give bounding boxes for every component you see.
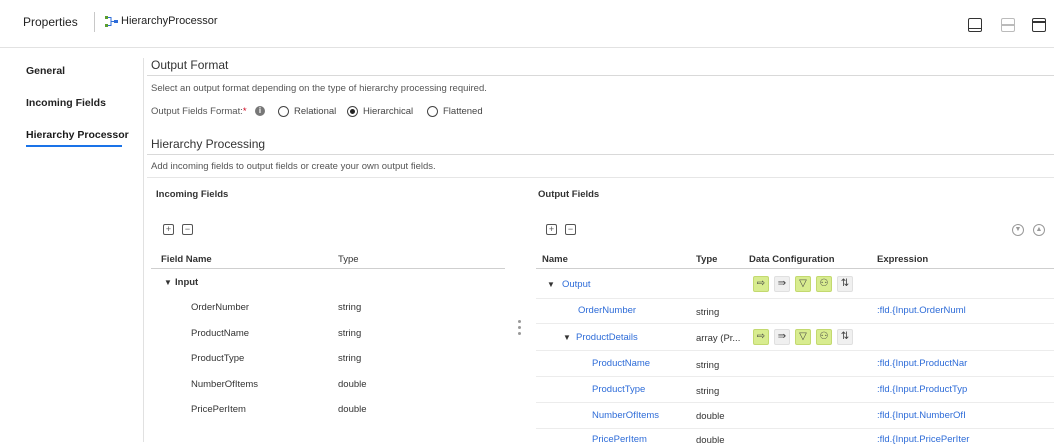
nav-divider [143, 58, 144, 442]
output-row-name[interactable]: OrderNumber [578, 305, 636, 316]
nav-item-general[interactable]: General [26, 65, 65, 77]
row-divider [536, 376, 1054, 377]
radio-hierarchical[interactable] [347, 106, 358, 117]
hierarchy-icon[interactable]: ⚇ [816, 329, 832, 345]
hierarchy-icon[interactable]: ⚇ [816, 276, 832, 292]
layout-split-icon[interactable] [1001, 18, 1015, 32]
row-divider [536, 402, 1054, 403]
output-header-divider [536, 268, 1054, 269]
incoming-row-name[interactable]: ProductName [191, 328, 249, 339]
nav-item-incoming-fields[interactable]: Incoming Fields [26, 97, 106, 109]
incoming-row-name[interactable]: PricePerItem [191, 404, 246, 415]
output-format-description: Select an output format depending on the… [151, 83, 487, 94]
output-row-name[interactable]: NumberOfItems [592, 410, 659, 421]
output-row-expression[interactable]: :fld.{Input.OrderNuml [877, 305, 966, 316]
nav-item-hierarchy-processor[interactable]: Hierarchy Processor [26, 129, 129, 141]
expand-all-icon[interactable]: + [163, 224, 174, 235]
hierarchy-processor-icon [105, 16, 118, 30]
collapse-productdetails-icon[interactable]: ▼ [563, 333, 571, 342]
router-icon[interactable]: ⇨ [753, 329, 769, 345]
output-col-expression: Expression [877, 254, 929, 265]
hierarchy-subdivider [147, 177, 1054, 178]
incoming-group-input[interactable]: Input [175, 277, 198, 288]
output-row-name[interactable]: ProductName [592, 358, 650, 369]
filter-icon[interactable]: ▽ [795, 329, 811, 345]
row-divider [536, 323, 1054, 324]
data-config-toolbar: ⇨ ⇛ ▽ ⚇ ⇅ [753, 329, 853, 345]
output-row-type: string [696, 386, 720, 397]
join-icon[interactable]: ⇛ [774, 276, 790, 292]
sort-icon[interactable]: ⇅ [837, 276, 853, 292]
row-divider [536, 298, 1054, 299]
radio-flattened-label: Flattened [443, 106, 483, 117]
output-row-name[interactable]: ProductDetails [576, 332, 638, 343]
sort-icon[interactable]: ⇅ [837, 329, 853, 345]
incoming-col-type: Type [338, 254, 359, 265]
output-row-expression[interactable]: :fld.{Input.ProductNar [877, 358, 967, 369]
data-config-toolbar: ⇨ ⇛ ▽ ⚇ ⇅ [753, 276, 853, 292]
info-icon[interactable]: i [255, 106, 265, 116]
incoming-row-name[interactable]: NumberOfItems [191, 379, 258, 390]
output-format-divider [147, 75, 1054, 76]
move-down-icon[interactable]: ▼ [1012, 224, 1024, 236]
output-row-type: string [696, 360, 720, 371]
collapse-input-icon[interactable]: ▼ [164, 278, 172, 287]
nav-active-indicator [26, 145, 122, 147]
incoming-row-type: string [338, 353, 362, 364]
properties-header: Properties HierarchyProcessor [0, 0, 1054, 48]
incoming-row-name[interactable]: OrderNumber [191, 302, 249, 313]
incoming-row-name[interactable]: ProductType [191, 353, 244, 364]
output-row-type: array (Pr... [696, 333, 741, 344]
row-divider [536, 428, 1054, 429]
hierarchy-description: Add incoming fields to output fields or … [151, 161, 436, 172]
properties-title: Properties [23, 15, 78, 29]
output-fields-format-label: Output Fields Format:* [151, 106, 247, 117]
output-fields-title: Output Fields [538, 189, 600, 200]
output-col-type: Type [696, 254, 718, 265]
radio-relational-label: Relational [294, 106, 337, 117]
output-row-expression[interactable]: :fld.{Input.ProductTyp [877, 384, 967, 395]
collapse-all-icon[interactable]: − [182, 224, 193, 235]
output-row-name[interactable]: Output [562, 279, 591, 290]
join-icon[interactable]: ⇛ [774, 329, 790, 345]
output-collapse-all-icon[interactable]: − [565, 224, 576, 235]
output-row-expression[interactable]: :fld.{Input.PricePerIter [877, 434, 969, 445]
incoming-row-type: string [338, 328, 362, 339]
incoming-row-type: double [338, 404, 367, 415]
move-up-icon[interactable]: ▲ [1033, 224, 1045, 236]
output-row-type: double [696, 411, 725, 422]
incoming-row-type: double [338, 379, 367, 390]
output-format-title: Output Format [151, 58, 229, 72]
panel-splitter-handle[interactable] [518, 320, 521, 335]
row-divider [536, 350, 1054, 351]
layout-maximize-icon[interactable] [1032, 18, 1046, 32]
collapse-output-icon[interactable]: ▼ [547, 280, 555, 289]
output-col-name: Name [542, 254, 568, 265]
router-icon[interactable]: ⇨ [753, 276, 769, 292]
incoming-col-field-name: Field Name [161, 254, 212, 265]
header-divider [94, 12, 95, 32]
incoming-fields-title: Incoming Fields [156, 189, 229, 200]
output-row-type: double [696, 435, 725, 446]
output-col-data-config: Data Configuration [749, 254, 835, 265]
hierarchy-processing-title: Hierarchy Processing [151, 137, 266, 151]
radio-flattened[interactable] [427, 106, 438, 117]
output-row-name[interactable]: ProductType [592, 384, 645, 395]
filter-icon[interactable]: ▽ [795, 276, 811, 292]
radio-hierarchical-label: Hierarchical [363, 106, 414, 117]
layout-bottom-icon[interactable] [968, 18, 982, 32]
output-expand-all-icon[interactable]: + [546, 224, 557, 235]
output-row-name[interactable]: PricePerItem [592, 434, 647, 445]
hierarchy-divider [147, 154, 1054, 155]
incoming-header-divider [151, 268, 505, 269]
processor-name: HierarchyProcessor [121, 15, 218, 27]
radio-relational[interactable] [278, 106, 289, 117]
output-row-expression[interactable]: :fld.{Input.NumberOfI [877, 410, 966, 421]
output-row-type: string [696, 307, 720, 318]
incoming-row-type: string [338, 302, 362, 313]
